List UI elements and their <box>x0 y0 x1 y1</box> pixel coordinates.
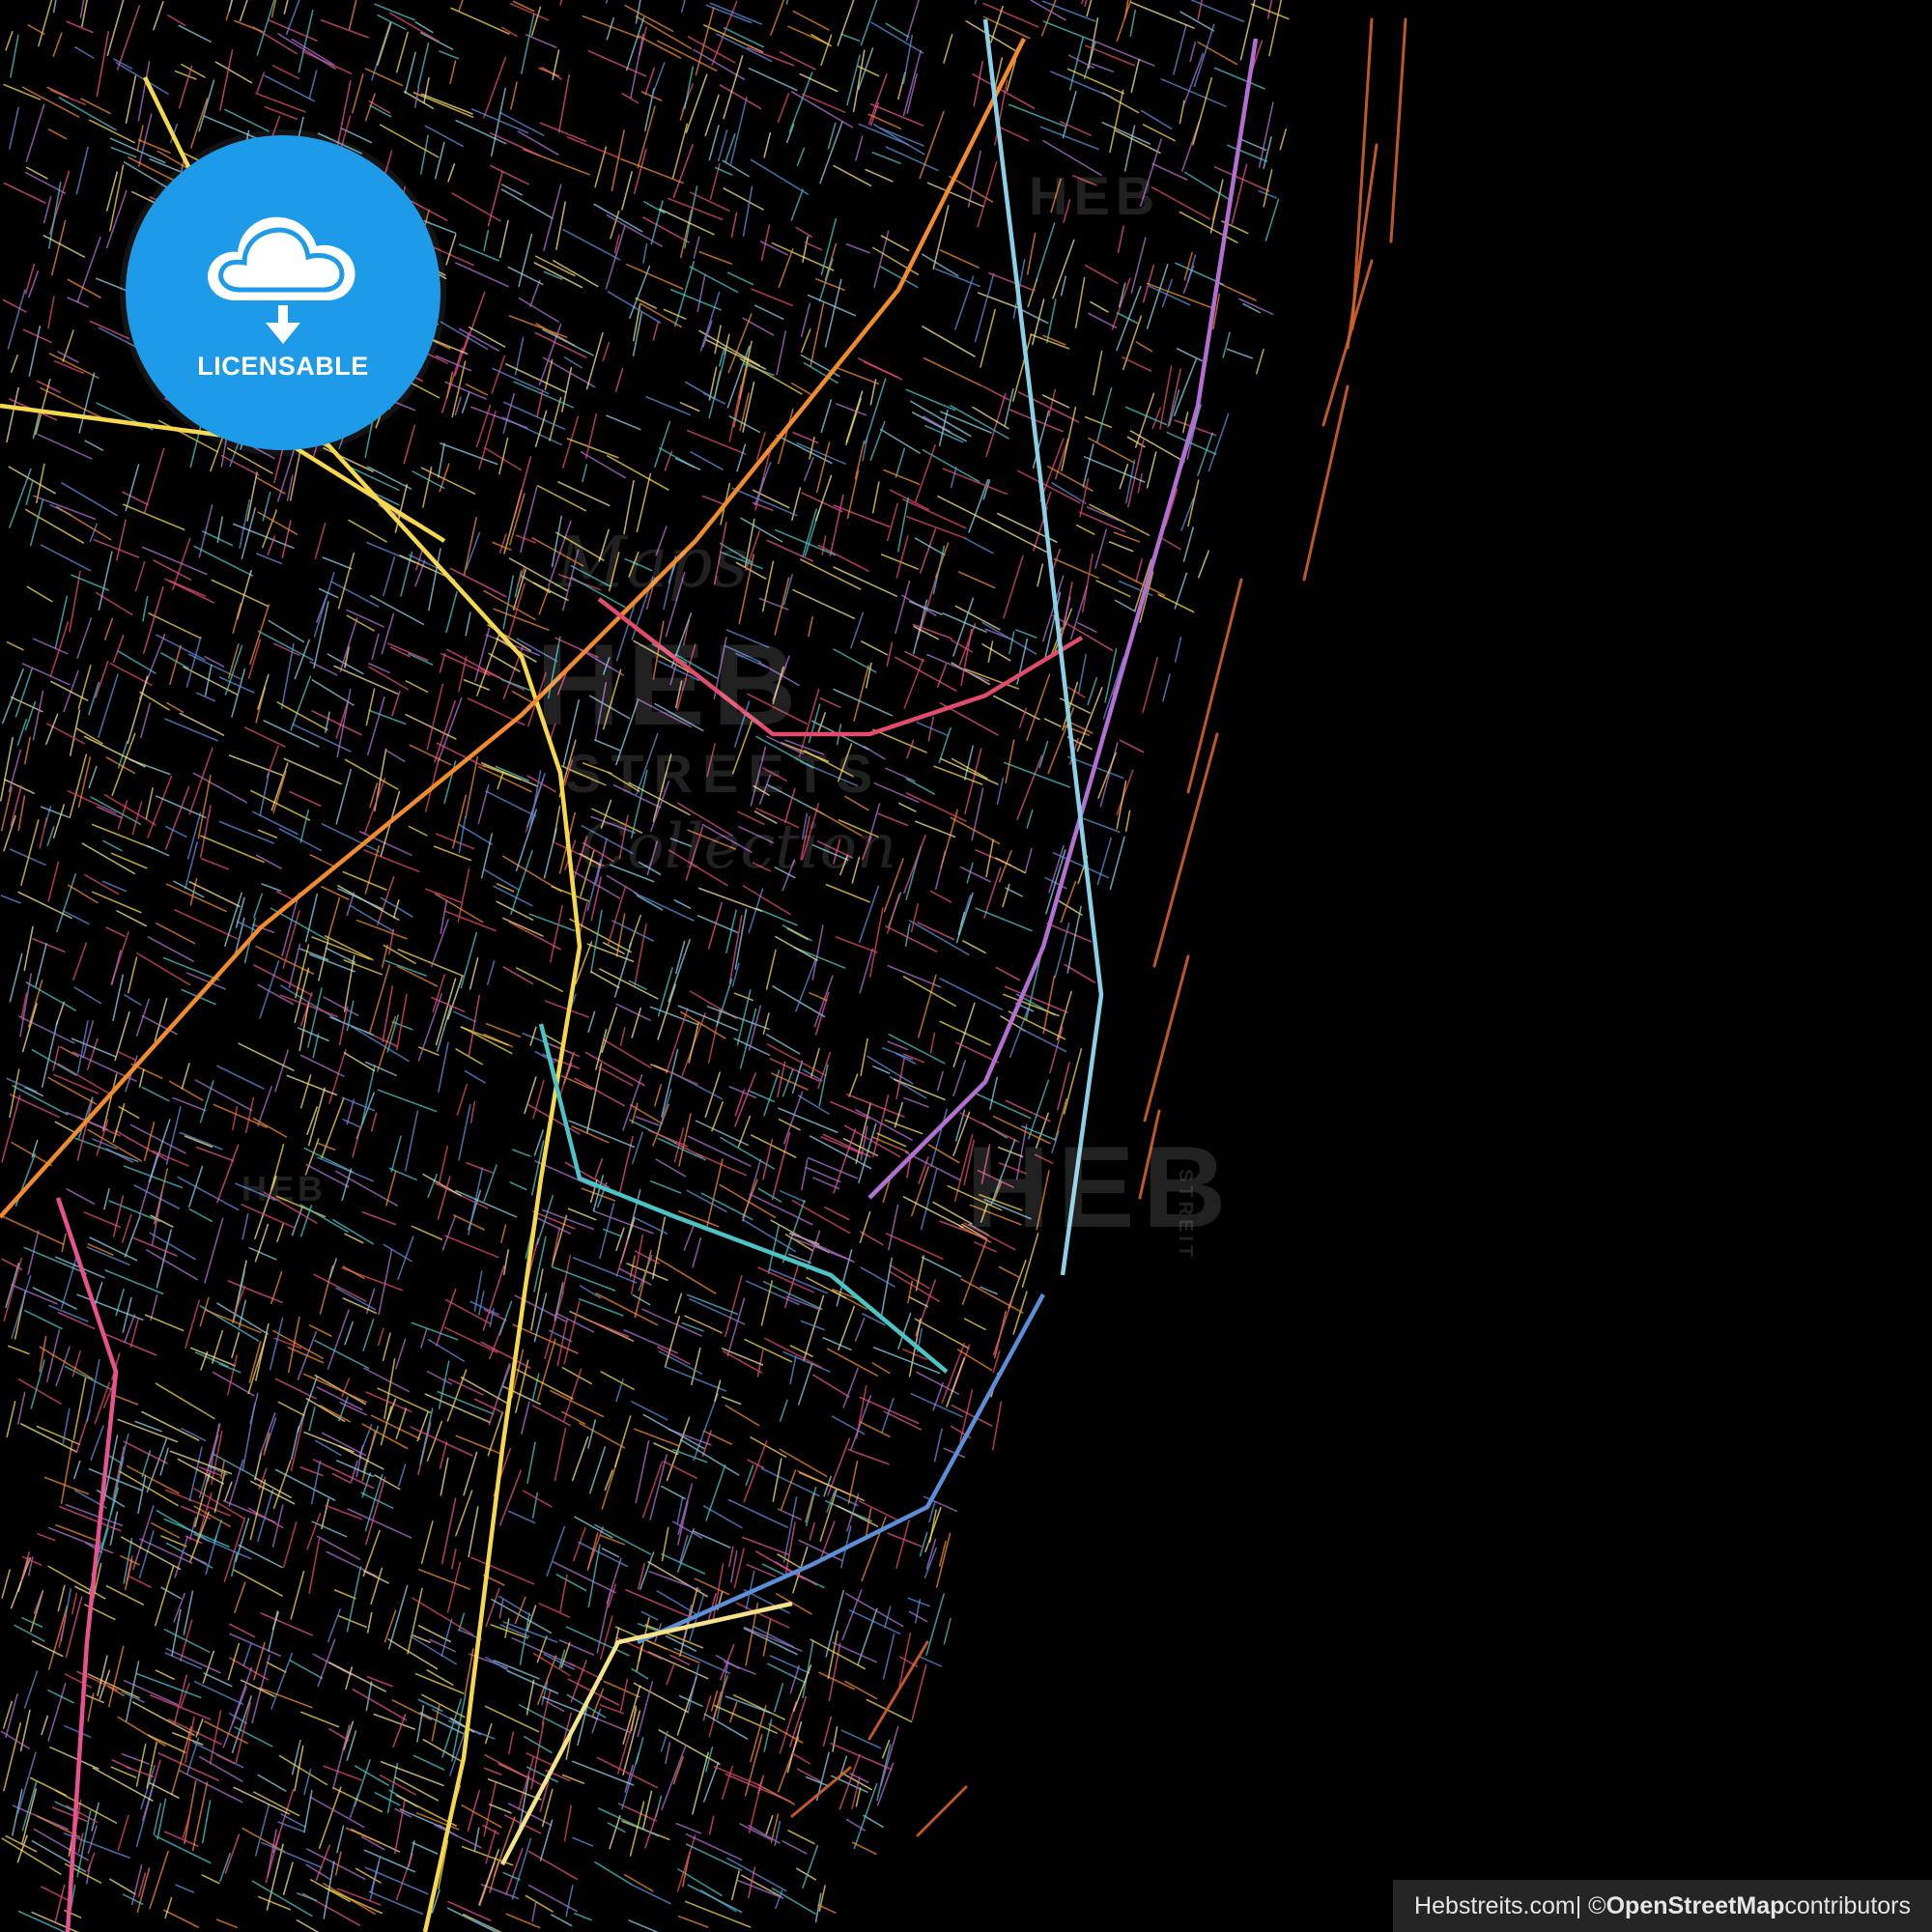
attribution-separator: | © <box>1575 1891 1606 1919</box>
attribution-site[interactable]: Hebstreits.com <box>1414 1892 1576 1920</box>
licensable-label: LICENSABLE <box>197 352 369 381</box>
attribution-bar: Hebstreits.com | © OpenStreetMap contrib… <box>1393 1880 1932 1932</box>
licensable-badge[interactable]: LICENSABLE <box>126 135 440 450</box>
cloud-download-icon <box>208 216 355 344</box>
attribution-osm[interactable]: OpenStreetMap <box>1606 1892 1785 1920</box>
attribution-suffix: contributors <box>1784 1891 1911 1919</box>
